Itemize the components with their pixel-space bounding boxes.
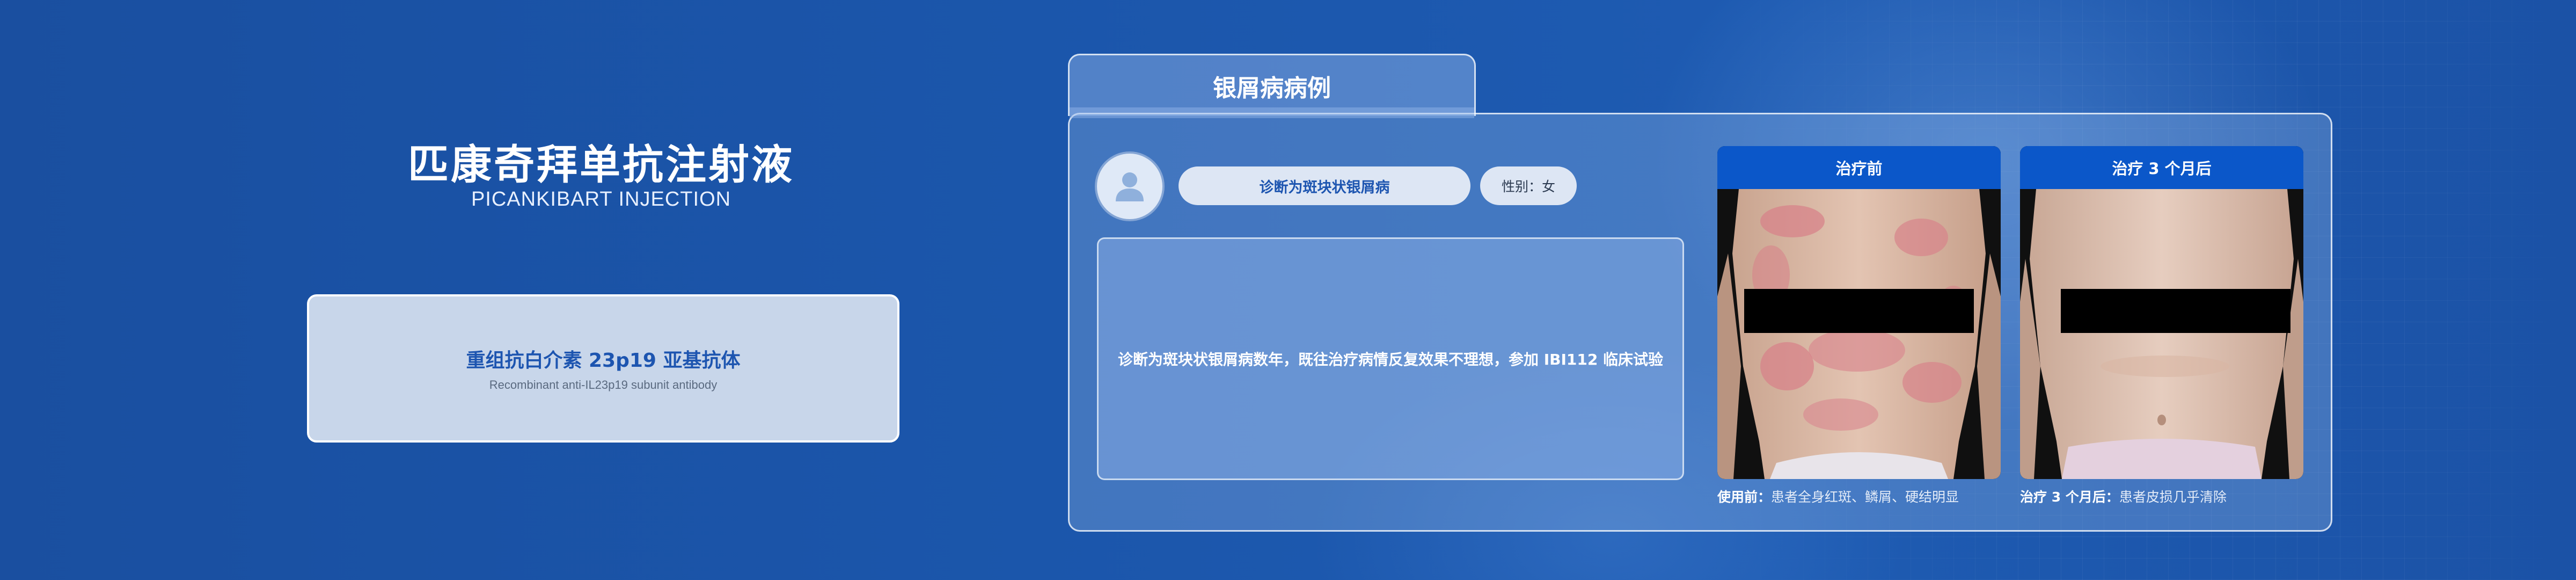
product-info-card: 重组抗白介素 23p19 亚基抗体 Recombinant anti-IL23p… [307,294,899,443]
photo-after-image [2020,189,2303,479]
photo-after-caption-label: 治疗 3 个月后： [2020,489,2119,505]
diagnosis-badge: 诊断为斑块状银屑病 [1179,166,1470,205]
photo-after-card: 治疗 3 个月后 [2020,146,2303,479]
photo-before-caption-label: 使用前： [1717,489,1772,505]
case-history-box: 诊断为斑块状银屑病数年，既往治疗病情反复效果不理想，参加 IBI112 临床试验 [1097,237,1684,480]
photo-before-caption: 使用前：患者全身红斑、鳞屑、硬结明显 [1717,487,1959,506]
photo-before-caption-text: 患者全身红斑、鳞屑、硬结明显 [1771,489,1959,505]
user-avatar-icon [1097,154,1162,219]
case-history-text: 诊断为斑块状银屑病数年，既往治疗病情反复效果不理想，参加 IBI112 临床试验 [1117,351,1664,368]
case-tab-joint [1070,107,1474,118]
photo-before-image [1717,189,2001,479]
gender-badge: 性别：女 [1480,166,1577,205]
product-info-zh: 重组抗白介素 23p19 亚基抗体 [466,350,741,372]
photo-after-caption-text: 患者皮损几乎清除 [2119,489,2227,505]
photo-after-privacy-bar [2061,289,2290,333]
product-info-en: Recombinant anti-IL23p19 subunit antibod… [489,378,718,392]
user-silhouette [1116,172,1144,201]
photo-before-card: 治疗前 [1717,146,2001,479]
photo-after-caption: 治疗 3 个月后：患者皮损几乎清除 [2020,487,2227,506]
case-tab-title: 银屑病病例 [1213,75,1331,102]
photo-before-privacy-bar [1744,289,1974,333]
photo-after-label: 治疗 3 个月后 [2020,146,2303,189]
product-title: 匹康奇拜单抗注射液 [408,141,794,189]
photo-before-label: 治疗前 [1717,146,2001,189]
product-subtitle: PICANKIBART INJECTION [471,188,731,211]
